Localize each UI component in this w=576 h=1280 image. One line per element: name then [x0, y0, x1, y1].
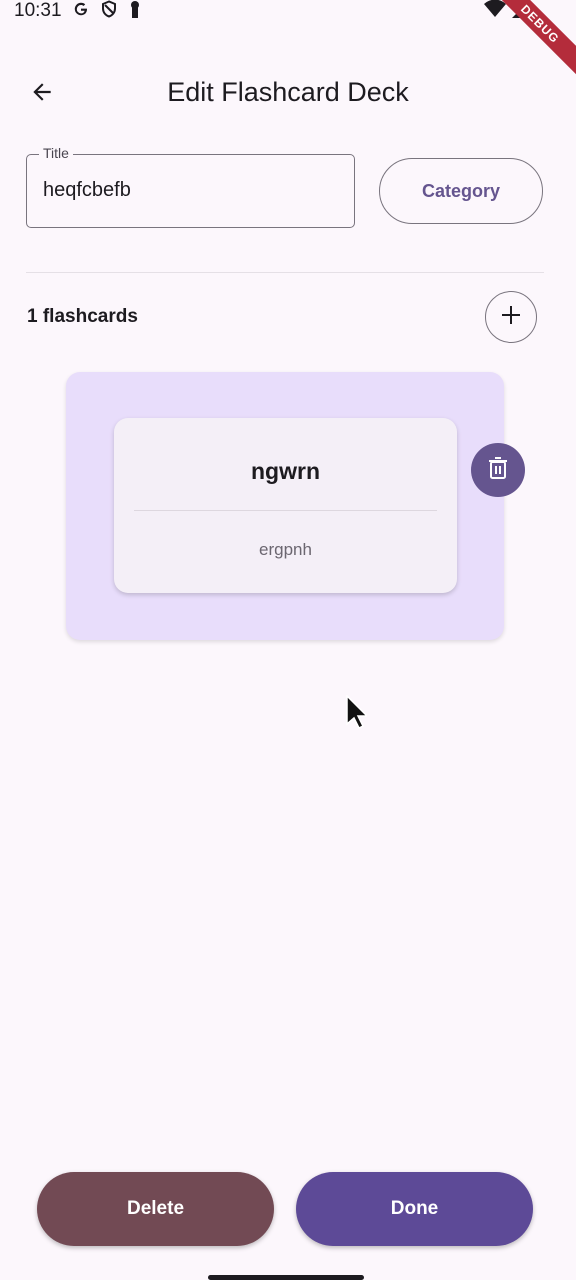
flashcard-item[interactable]: ngwrn ergpnh: [66, 372, 525, 640]
flashcard-divider: [134, 510, 437, 511]
title-field[interactable]: Title heqfcbefb: [26, 145, 355, 228]
flashcard-face[interactable]: ngwrn ergpnh: [114, 418, 525, 593]
status-icons-left: [72, 0, 142, 22]
flashcard-back-text: ergpnh: [259, 540, 312, 559]
google-icon: [72, 0, 90, 23]
add-flashcard-button[interactable]: [485, 291, 537, 343]
delete-deck-button[interactable]: Delete: [37, 1172, 274, 1246]
plus-icon: [499, 303, 523, 332]
trash-icon: [488, 456, 508, 484]
keyhole-icon: [128, 0, 142, 23]
app-bar: Edit Flashcard Deck: [0, 62, 576, 126]
navigation-handle[interactable]: [208, 1275, 364, 1280]
done-button[interactable]: Done: [296, 1172, 533, 1246]
flashcard-front-text: ngwrn: [251, 458, 320, 484]
title-field-label: Title: [39, 145, 73, 161]
wifi-icon: [484, 0, 506, 23]
category-button[interactable]: Category: [379, 158, 543, 224]
page-title: Edit Flashcard Deck: [167, 77, 409, 107]
mouse-cursor-icon: [345, 694, 369, 734]
title-field-value[interactable]: heqfcbefb: [43, 179, 131, 202]
shield-icon: [100, 0, 118, 23]
flashcard-count: 1 flashcards: [27, 306, 138, 327]
divider: [26, 272, 544, 273]
status-bar: 10:31 DEBUG: [0, 0, 576, 81]
status-time: 10:31: [14, 0, 62, 21]
delete-flashcard-button[interactable]: [471, 443, 525, 497]
